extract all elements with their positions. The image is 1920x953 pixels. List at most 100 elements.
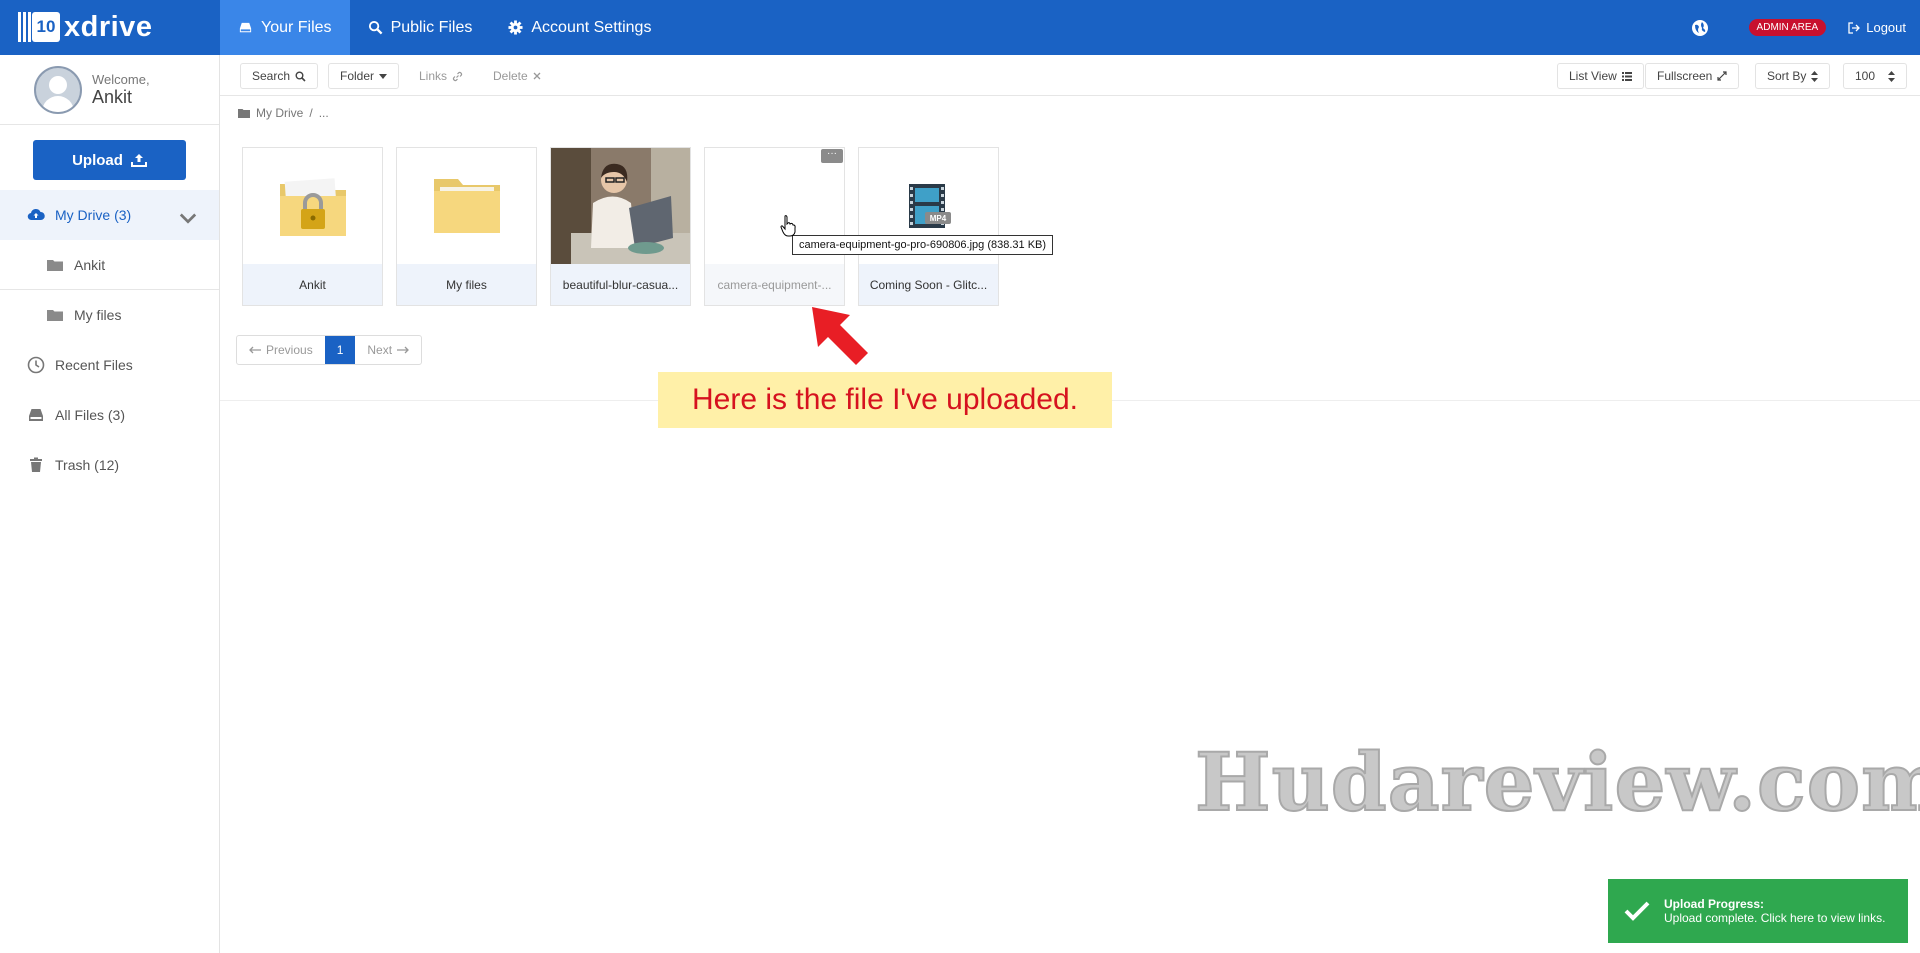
logo-mark: 10 bbox=[18, 8, 62, 46]
app-logo[interactable]: 10 xdrive bbox=[18, 8, 152, 46]
file-tile[interactable]: MP4 Coming Soon - Glitc... bbox=[858, 147, 999, 306]
sidebar-item-label: Ankit bbox=[74, 256, 106, 273]
top-navbar: 10 xdrive Your Files Public Files Accoun… bbox=[0, 0, 1920, 55]
check-icon bbox=[1624, 901, 1650, 921]
file-toolbar: Search Folder Links Delete List View Ful… bbox=[220, 55, 1920, 96]
sidebar-item-label: My files bbox=[74, 307, 122, 323]
file-tile-label: camera-equipment-... bbox=[705, 264, 844, 305]
list-view-button[interactable]: List View bbox=[1557, 63, 1644, 89]
trash-icon bbox=[30, 457, 42, 472]
close-icon bbox=[533, 72, 541, 80]
clock-icon bbox=[27, 356, 45, 374]
sidebar-item-my-files[interactable]: My files bbox=[0, 290, 219, 340]
file-tile-label: beautiful-blur-casua... bbox=[551, 264, 690, 305]
previous-page-button[interactable]: Previous bbox=[237, 336, 325, 364]
tab-account-settings[interactable]: Account Settings bbox=[490, 0, 669, 55]
red-arrow-annotation bbox=[812, 307, 868, 365]
image-thumbnail bbox=[551, 148, 690, 264]
sidebar-item-label: Recent Files bbox=[55, 357, 133, 373]
sidebar-item-my-drive[interactable]: My Drive (3) bbox=[0, 190, 219, 240]
sidebar-item-recent-files[interactable]: Recent Files bbox=[0, 340, 219, 390]
next-page-button[interactable]: Next bbox=[355, 336, 421, 364]
tab-public-files[interactable]: Public Files bbox=[350, 0, 491, 55]
links-button[interactable]: Links bbox=[408, 63, 474, 89]
file-tile[interactable]: beautiful-blur-casua... bbox=[550, 147, 691, 306]
sidebar-item-trash[interactable]: Trash (12) bbox=[0, 440, 219, 490]
folder-icon bbox=[47, 259, 63, 271]
folder-thumbnail bbox=[397, 148, 536, 264]
sidebar-item-label: All Files (3) bbox=[55, 407, 126, 423]
expand-icon bbox=[1717, 71, 1727, 81]
tab-your-files[interactable]: Your Files bbox=[220, 0, 350, 55]
file-tile-label: Ankit bbox=[243, 264, 382, 305]
fullscreen-button[interactable]: Fullscreen bbox=[1645, 63, 1740, 89]
delete-button[interactable]: Delete bbox=[482, 63, 552, 89]
pagination: Previous 1 Next bbox=[236, 335, 423, 365]
breadcrumb: My Drive / ... bbox=[238, 106, 329, 120]
search-icon bbox=[368, 20, 382, 35]
search-button[interactable]: Search bbox=[240, 63, 319, 89]
file-tile[interactable]: Ankit bbox=[242, 147, 383, 306]
arrow-right-icon bbox=[397, 346, 409, 354]
breadcrumb-separator: / bbox=[309, 106, 313, 120]
sidebar-menu: My Drive (3) Ankit My files Recent Files… bbox=[0, 190, 219, 490]
gear-icon bbox=[508, 20, 523, 35]
sidebar-item-label: My Drive (3) bbox=[55, 207, 132, 223]
drive-icon bbox=[239, 22, 252, 33]
file-browser: My Drive / ... Ankit My files beautiful-… bbox=[220, 96, 1920, 401]
logout-label: Logout bbox=[1866, 20, 1906, 35]
drive-icon bbox=[29, 409, 43, 421]
sort-icon bbox=[1888, 70, 1896, 82]
mp4-badge: MP4 bbox=[929, 214, 946, 223]
logo-text: xdrive bbox=[64, 10, 153, 43]
delete-button-label: Delete bbox=[493, 69, 528, 83]
avatar bbox=[34, 65, 82, 114]
breadcrumb-root[interactable]: My Drive bbox=[256, 106, 303, 120]
hand-cursor-icon bbox=[780, 215, 796, 237]
user-name: Ankit bbox=[92, 86, 133, 107]
logout-icon bbox=[1848, 21, 1861, 34]
toast-message: Upload complete. Click here to view link… bbox=[1664, 911, 1886, 925]
arrow-left-icon bbox=[249, 346, 261, 354]
toast-title: Upload Progress: bbox=[1664, 897, 1765, 911]
search-icon bbox=[295, 71, 306, 82]
upload-button[interactable]: Upload bbox=[33, 140, 186, 180]
folder-dropdown[interactable]: Folder bbox=[328, 63, 400, 89]
annotation-callout: Here is the file I've uploaded. bbox=[658, 372, 1112, 428]
video-file-icon: MP4 bbox=[908, 184, 951, 228]
file-tile-label: My files bbox=[397, 264, 536, 305]
upload-button-label: Upload bbox=[72, 151, 123, 169]
link-icon bbox=[452, 71, 463, 81]
main-nav: Your Files Public Files Account Settings bbox=[220, 0, 669, 55]
per-page-select[interactable]: 100 bbox=[1843, 63, 1908, 89]
cloud-icon bbox=[27, 208, 45, 221]
watermark: Hudareview.com bbox=[1194, 734, 1920, 830]
breadcrumb-more[interactable]: ... bbox=[319, 106, 329, 120]
sidebar: Welcome, Ankit Upload My Drive (3) Ankit… bbox=[0, 55, 220, 953]
tab-public-files-label: Public Files bbox=[390, 18, 473, 36]
logout-link[interactable]: Logout bbox=[1848, 20, 1906, 35]
sort-by-dropdown[interactable]: Sort By bbox=[1755, 63, 1831, 89]
search-button-label: Search bbox=[252, 69, 291, 83]
file-tile[interactable]: My files bbox=[396, 147, 537, 306]
tab-your-files-label: Your Files bbox=[261, 18, 332, 36]
file-tile[interactable]: ··· camera-equipment-... bbox=[704, 147, 845, 306]
sidebar-item-all-files[interactable]: All Files (3) bbox=[0, 390, 219, 440]
chevron-down-icon[interactable] bbox=[179, 210, 197, 228]
list-icon bbox=[1621, 71, 1632, 81]
tile-options-button[interactable]: ··· bbox=[821, 149, 843, 163]
sidebar-item-label: Trash (12) bbox=[55, 457, 120, 473]
fullscreen-label: Fullscreen bbox=[1657, 69, 1713, 83]
sidebar-item-ankit[interactable]: Ankit bbox=[0, 240, 219, 290]
welcome-panel: Welcome, Ankit bbox=[0, 55, 219, 125]
file-name-tooltip: camera-equipment-go-pro-690806.jpg (838.… bbox=[792, 235, 1054, 255]
admin-area-badge[interactable]: ADMIN AREA bbox=[1748, 19, 1827, 36]
caret-down-icon bbox=[379, 73, 388, 79]
page-1-button[interactable]: 1 bbox=[324, 336, 356, 364]
upload-icon bbox=[130, 154, 147, 167]
previous-label: Previous bbox=[266, 343, 313, 357]
logo-mark-text: 10 bbox=[32, 12, 60, 42]
upload-toast[interactable]: Upload Progress: Upload complete. Click … bbox=[1608, 879, 1908, 943]
globe-icon[interactable] bbox=[1691, 19, 1709, 37]
photo-woman-laptop bbox=[551, 148, 690, 264]
